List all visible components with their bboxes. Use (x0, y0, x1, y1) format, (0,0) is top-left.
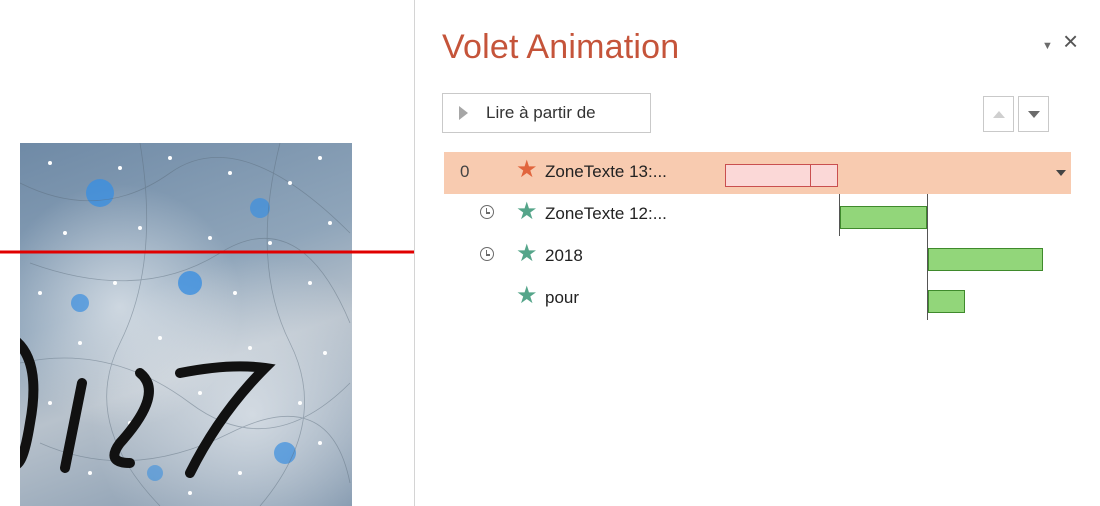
animation-list: 0 ★ ZoneTexte 13:... ★ ZoneTexte 12:... … (444, 152, 1071, 320)
animation-label: ZoneTexte 13:... (545, 162, 667, 181)
animation-label: 2018 (545, 246, 583, 265)
move-up-button[interactable] (983, 96, 1014, 132)
pane-title: Volet Animation (442, 28, 680, 66)
animation-label: pour (545, 288, 580, 307)
timing-bar[interactable] (928, 290, 965, 313)
timing-bar[interactable] (840, 206, 927, 229)
play-from-label: Lire à partir de (486, 103, 596, 122)
timing-bar[interactable] (725, 164, 838, 187)
animation-pane: Volet Animation ▼ × Lire à partir de 0 ★… (415, 0, 1100, 506)
chevron-down-icon[interactable]: ▼ (1042, 40, 1053, 52)
star-icon: ★ (516, 239, 538, 267)
clock-icon (480, 205, 494, 219)
timeline-marker (927, 194, 928, 320)
timing-bar[interactable] (928, 248, 1043, 271)
timeline-marker (839, 194, 840, 236)
slide-thumbnail[interactable] (20, 143, 352, 506)
animation-item[interactable]: ★ 2018 (444, 236, 1071, 278)
animation-label: ZoneTexte 12:... (545, 204, 667, 223)
slide-preview-area (0, 0, 468, 506)
animation-item[interactable]: ★ ZoneTexte 12:... (444, 194, 1071, 236)
clock-icon (480, 247, 494, 261)
star-icon: ★ (516, 281, 538, 309)
star-icon: ★ (516, 155, 538, 183)
close-icon[interactable]: × (1063, 28, 1078, 54)
row-dropdown-icon[interactable] (1056, 170, 1066, 176)
chevron-up-icon (992, 110, 1005, 118)
animation-item[interactable]: ★ pour (444, 278, 1071, 320)
move-down-button[interactable] (1018, 96, 1049, 132)
snowy-background-image (20, 143, 351, 506)
animation-order: 0 (460, 162, 470, 181)
play-from-button[interactable]: Lire à partir de (442, 93, 651, 133)
animation-item[interactable]: 0 ★ ZoneTexte 13:... (444, 152, 1071, 194)
play-icon (459, 106, 468, 120)
chevron-down-icon (1027, 110, 1040, 118)
star-icon: ★ (516, 197, 538, 225)
